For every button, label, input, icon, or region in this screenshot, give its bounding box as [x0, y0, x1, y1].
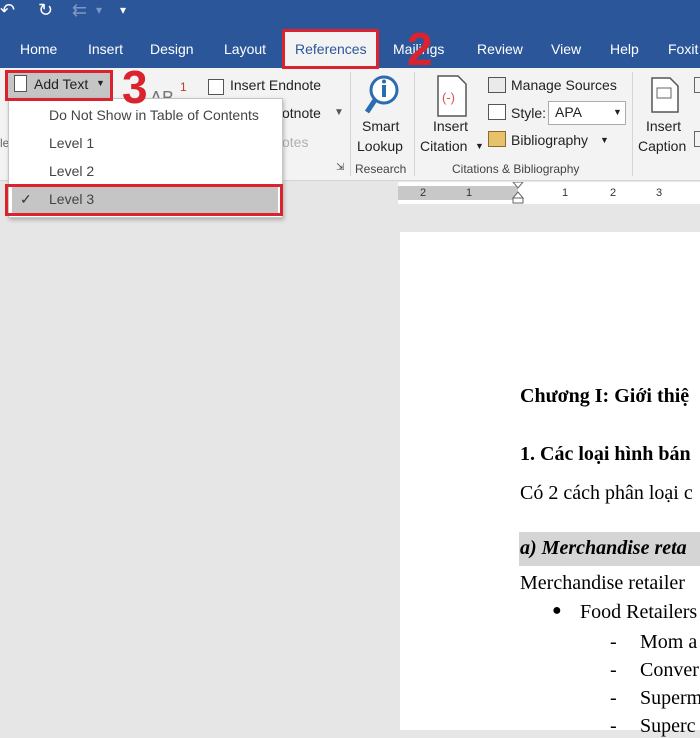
group-separator [350, 72, 351, 176]
style-value: APA [555, 104, 582, 120]
bibliography-button[interactable]: Bibliography [511, 132, 588, 148]
style-label: Style: [511, 105, 547, 121]
table-of-figures-icon [694, 77, 700, 93]
smart-lookup-label-2: Lookup [357, 138, 403, 154]
tab-review[interactable]: Review [477, 28, 523, 68]
body-text: Merchandise retailer [520, 572, 685, 594]
quick-access-toolbar: ↶ ↻ ⇇ ▾ ▾ [0, 0, 700, 28]
highlight-add-text [5, 70, 113, 101]
indent-marker-icon[interactable] [512, 182, 524, 204]
document-page[interactable]: Chương I: Giới thiệ 1. Các loại hình bán… [400, 232, 700, 737]
smart-lookup-icon[interactable] [364, 74, 402, 118]
tab-layout[interactable]: Layout [224, 28, 266, 68]
insert-endnote-button[interactable]: Insert Endnote [230, 77, 321, 93]
list-item: Conver [640, 659, 699, 681]
redo-icon[interactable]: ↻ [38, 0, 53, 20]
ruler-label: 3 [656, 187, 663, 199]
step-number-2: 2 [407, 23, 433, 75]
dash-icon: - [610, 715, 617, 737]
bibliography-chevron-icon: ▼ [600, 135, 609, 145]
subheading: a) Merchandise reta [520, 537, 687, 559]
chapter-heading: Chương I: Giới thiệ [520, 385, 690, 407]
tab-view[interactable]: View [551, 28, 581, 68]
cross-reference-icon [694, 131, 700, 147]
next-footnote-button[interactable]: otnote [282, 105, 321, 121]
group-separator [414, 72, 415, 176]
ruler-label: 2 [420, 187, 427, 199]
undo-icon[interactable]: ↶ [0, 0, 15, 20]
svg-text:(-): (-) [442, 90, 455, 105]
insert-citation-chevron-icon: ▼ [475, 141, 484, 151]
tab-help[interactable]: Help [610, 28, 639, 68]
menu-item-level-2[interactable]: Level 2 [49, 163, 94, 179]
manage-sources-button[interactable]: Manage Sources [511, 77, 617, 93]
smart-lookup-label-1: Smart [362, 118, 400, 134]
format-painter-icon: ⇇ [72, 0, 88, 20]
dash-icon: - [610, 631, 617, 653]
bullet-icon: ● [552, 602, 562, 619]
insert-caption-label-2: Caption [638, 138, 687, 154]
list-item: Superc [640, 715, 696, 737]
group-separator [632, 72, 633, 176]
customize-qat-icon[interactable]: ▾ [120, 0, 126, 20]
intro-text: Có 2 cách phân loại c [520, 482, 693, 504]
ruler-label: 1 [466, 187, 473, 199]
menu-item-do-not-show[interactable]: Do Not Show in Table of Contents [49, 107, 259, 123]
insert-citation-icon[interactable]: (-) [434, 74, 470, 118]
style-select[interactable]: APA ▼ [548, 101, 626, 125]
tab-insert[interactable]: Insert [88, 28, 123, 68]
style-icon [488, 104, 506, 120]
ruler-margin [398, 186, 518, 200]
list-item: Superm [640, 687, 700, 709]
horizontal-ruler[interactable]: 2 1 1 2 3 [398, 182, 700, 204]
highlight-level-3 [5, 184, 283, 216]
highlight-references-tab [282, 29, 379, 69]
footnote-number-icon: 1 [180, 80, 187, 94]
chevron-down-icon: ▼ [613, 107, 622, 117]
dash-icon: - [610, 687, 617, 709]
next-footnote-chevron-icon: ▼ [334, 107, 344, 118]
show-notes-button: otes [282, 134, 309, 150]
list-item: Mom a [640, 631, 698, 653]
insert-caption-icon[interactable] [650, 76, 680, 114]
dash-icon: - [610, 659, 617, 681]
tab-foxit[interactable]: Foxit [668, 28, 698, 68]
section-heading: 1. Các loại hình bán [520, 443, 691, 465]
step-number-3: 3 [122, 61, 148, 113]
citations-group-label: Citations & Bibliography [452, 162, 580, 176]
tab-home[interactable]: Home [20, 28, 57, 68]
research-group-label: Research [355, 162, 407, 176]
menu-item-level-1[interactable]: Level 1 [49, 135, 94, 151]
endnote-icon [208, 79, 224, 95]
tab-design[interactable]: Design [150, 28, 194, 68]
bullet-text: Food Retailers [580, 601, 698, 623]
manage-sources-icon [488, 77, 506, 93]
dialog-launcher-icon[interactable]: ⇲ [336, 162, 344, 173]
ruler-label: 1 [562, 187, 569, 199]
ruler-label: 2 [610, 187, 617, 199]
bibliography-icon [488, 131, 506, 147]
dropdown-icon: ▾ [96, 3, 103, 17]
insert-citation-label-2: Citation [420, 138, 468, 154]
insert-caption-label-1: Insert [646, 118, 682, 134]
insert-citation-label-1: Insert [433, 118, 469, 134]
